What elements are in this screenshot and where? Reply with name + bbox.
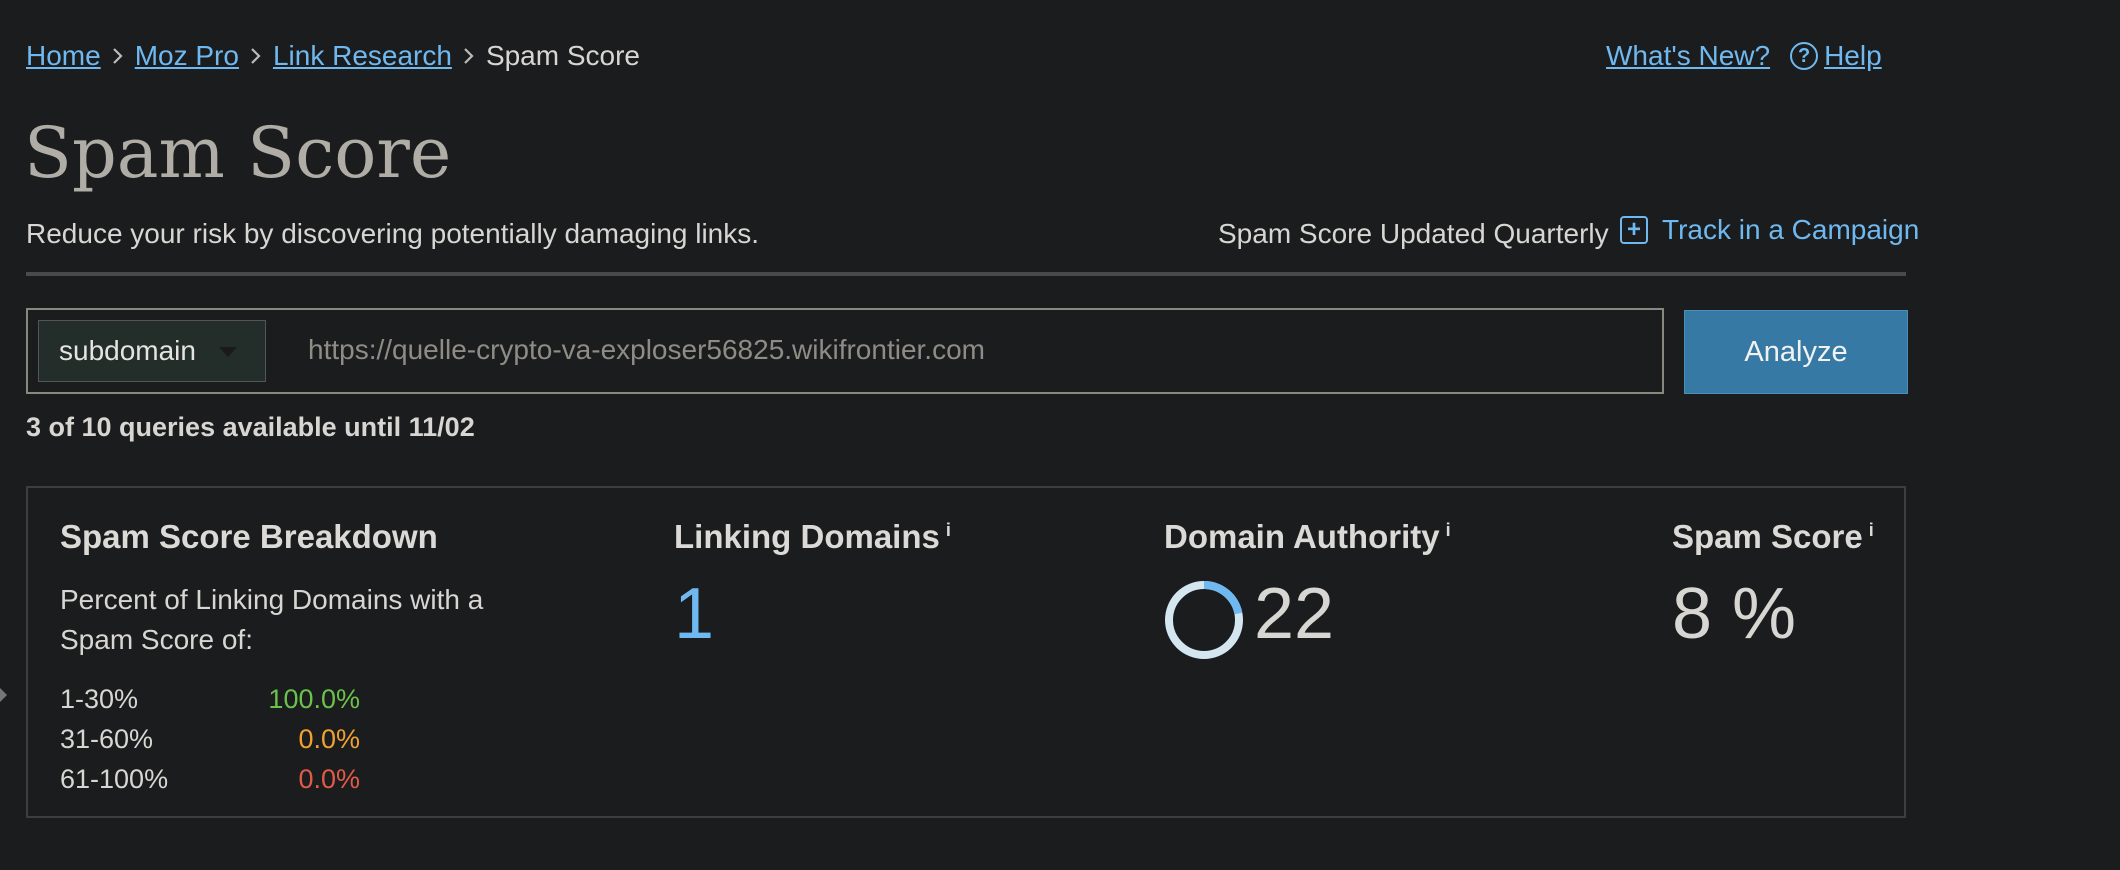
breakdown-row: 1-30% 100.0% [60,684,360,715]
breakdown-title: Spam Score Breakdown [60,518,438,555]
breakdown-description: Percent of Linking Domains with a Spam S… [60,584,484,655]
breadcrumb: Home Moz Pro Link Research Spam Score [26,40,640,72]
results-panel: Spam Score Breakdown Percent of Linking … [26,486,1906,818]
search-bar: subdomain https://quelle-crypto-va-explo… [26,308,1664,394]
update-note: Spam Score Updated Quarterly [1218,218,1609,249]
plus-square-icon: + [1620,216,1648,244]
breakdown-range: 31-60% [60,724,154,754]
spam-score-label: Spam Score [1672,518,1863,555]
info-icon[interactable]: i [946,520,951,540]
collapsed-arrow-icon[interactable] [0,688,7,702]
breakdown-row: 31-60% 0.0% [60,724,360,755]
scope-value: subdomain [59,335,196,366]
page-subtitle: Reduce your risk by discovering potentia… [26,218,760,249]
linking-domains-title: Linking Domains i [674,518,951,556]
page-title: Spam Score [24,112,452,194]
domain-authority-value: 22 [1254,574,1335,654]
domain-authority-label: Domain Authority [1164,518,1440,555]
breakdown-row: 61-100% 0.0% [60,764,360,795]
domain-authority-ring [1165,581,1243,659]
chevron-right-icon [462,46,476,66]
header-links: What's New? ? Help [1606,40,1882,72]
chevron-right-icon [111,46,125,66]
breakdown-percent: 0.0% [298,724,360,754]
spam-score-title: Spam Score i [1672,518,1874,556]
analyze-button[interactable]: Analyze [1684,310,1908,394]
query-quota: 3 of 10 queries available until 11/02 [26,412,475,442]
caret-down-icon [219,347,237,357]
info-icon[interactable]: i [1869,520,1874,540]
chevron-right-icon [249,46,263,66]
help-link[interactable]: Help [1824,40,1882,72]
help-circle-icon[interactable]: ? [1790,42,1819,70]
domain-authority-title: Domain Authority i [1164,518,1451,556]
breadcrumb-home-link[interactable]: Home [26,40,101,72]
info-icon[interactable]: i [1446,520,1451,540]
track-campaign-label: Track in a Campaign [1662,214,1920,245]
track-campaign-button[interactable]: + Track in a Campaign [1620,214,1919,246]
breakdown-range: 61-100% [60,764,169,794]
breakdown-percent: 100.0% [268,684,360,714]
breakdown-percent: 0.0% [298,764,360,794]
breadcrumb-link-research-link[interactable]: Link Research [273,40,452,72]
breakdown-range: 1-30% [60,684,139,714]
spam-score-value: 8 % [1672,574,1797,654]
linking-domains-label: Linking Domains [674,518,940,555]
url-input[interactable]: https://quelle-crypto-va-exploser56825.w… [308,334,985,366]
breadcrumb-current: Spam Score [485,40,641,71]
scope-dropdown[interactable]: subdomain [38,320,266,382]
divider [26,272,1906,276]
linking-domains-value: 1 [674,574,715,654]
breadcrumb-moz-pro-link[interactable]: Moz Pro [135,40,239,72]
whats-new-link[interactable]: What's New? [1606,40,1770,72]
